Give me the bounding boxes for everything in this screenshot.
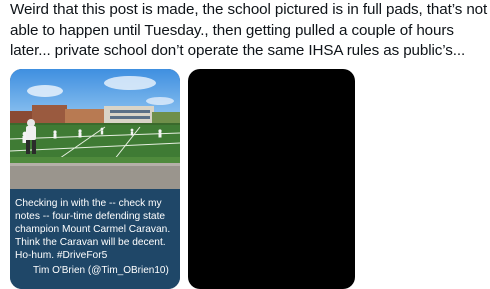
- post-line-1: Weird that this post is made, the school…: [10, 1, 488, 18]
- embedded-tweet-text: Checking in with the -- check my notes -…: [15, 198, 171, 261]
- embedded-tweet-author: Tim O'Brien (@Tim_OBrien10): [33, 265, 169, 276]
- post-body: Weird that this post is made, the school…: [10, 0, 488, 62]
- embedded-tweet: Checking in with the -- check my notes -…: [10, 189, 180, 289]
- post-line-2: able to happen until Tuesday., then gett…: [10, 21, 454, 39]
- post-line-3: later... private school don’t operate th…: [10, 42, 466, 59]
- football-practice-photo: [10, 69, 180, 189]
- media-card-football-practice[interactable]: Checking in with the -- check my notes -…: [10, 69, 180, 289]
- media-card-blacked-out[interactable]: [188, 69, 355, 289]
